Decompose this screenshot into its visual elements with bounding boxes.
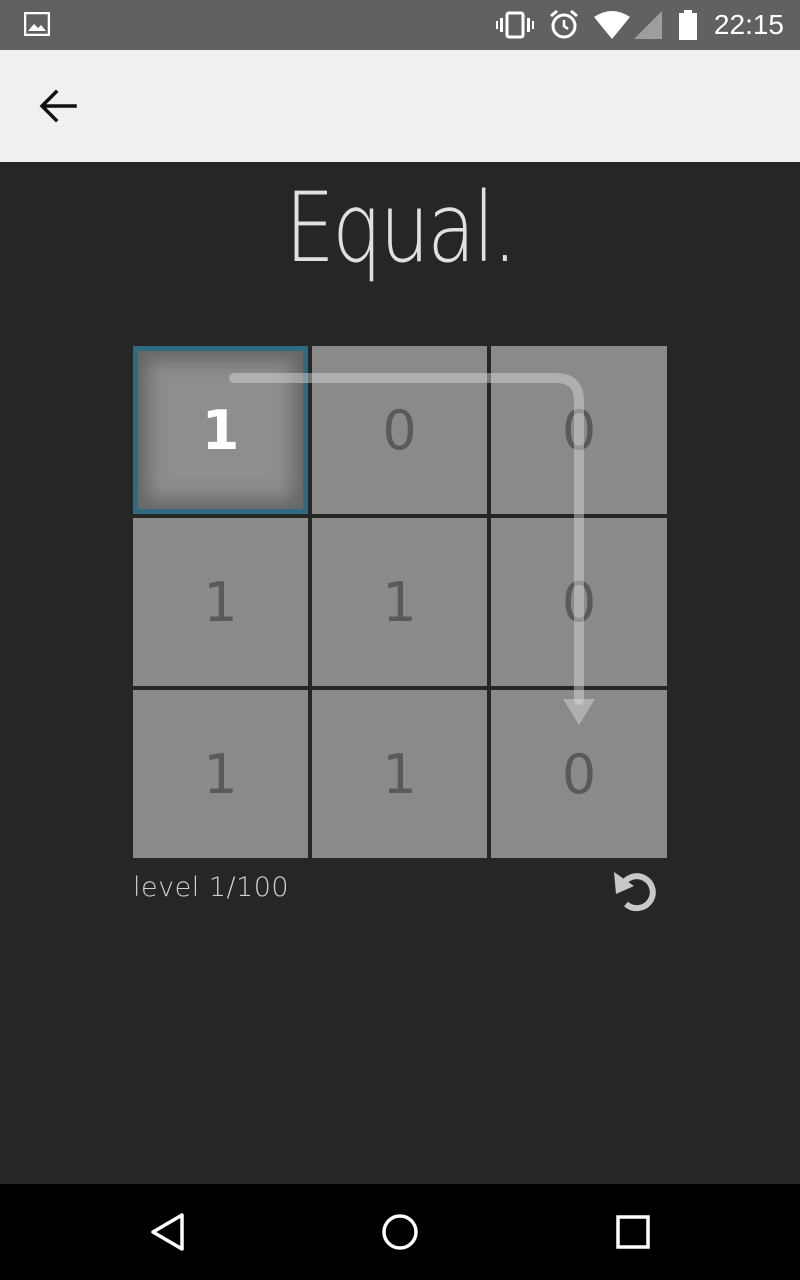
game-title: Equal. <box>285 172 517 284</box>
status-time: 22:15 <box>713 9 784 40</box>
nav-back-button[interactable] <box>136 1202 200 1262</box>
undo-icon <box>614 872 656 912</box>
grid-cell[interactable]: 1 <box>312 518 487 686</box>
wifi-icon <box>593 11 630 39</box>
arrow-back-icon <box>39 89 77 123</box>
game-grid: 1 0 0 1 1 0 1 1 0 <box>133 346 667 858</box>
grid-cell[interactable]: 1 <box>133 690 308 858</box>
grid-cell[interactable]: 1 <box>133 346 308 514</box>
app-bar <box>0 50 800 162</box>
grid-cell[interactable]: 0 <box>312 346 487 514</box>
image-icon <box>23 11 52 38</box>
back-button[interactable] <box>26 76 90 136</box>
nav-recents-button[interactable] <box>601 1202 665 1262</box>
system-nav-bar <box>0 1184 800 1280</box>
status-bar: 22:15 <box>0 0 800 50</box>
grid-cell[interactable]: 1 <box>312 690 487 858</box>
nav-home-button[interactable] <box>368 1202 432 1262</box>
grid-cell[interactable]: 1 <box>133 518 308 686</box>
back-triangle-icon <box>151 1213 184 1251</box>
grid-cell[interactable]: 0 <box>491 346 667 514</box>
signal-icon <box>633 11 664 39</box>
battery-icon <box>678 10 698 40</box>
recents-square-icon <box>616 1215 650 1249</box>
level-label: level 1/100 <box>133 872 290 903</box>
alarm-icon <box>548 9 580 41</box>
reset-button[interactable] <box>608 866 664 918</box>
grid-cell[interactable]: 0 <box>491 690 667 858</box>
home-circle-icon <box>382 1214 418 1250</box>
vibrate-icon <box>495 11 534 39</box>
grid-cell[interactable]: 0 <box>491 518 667 686</box>
